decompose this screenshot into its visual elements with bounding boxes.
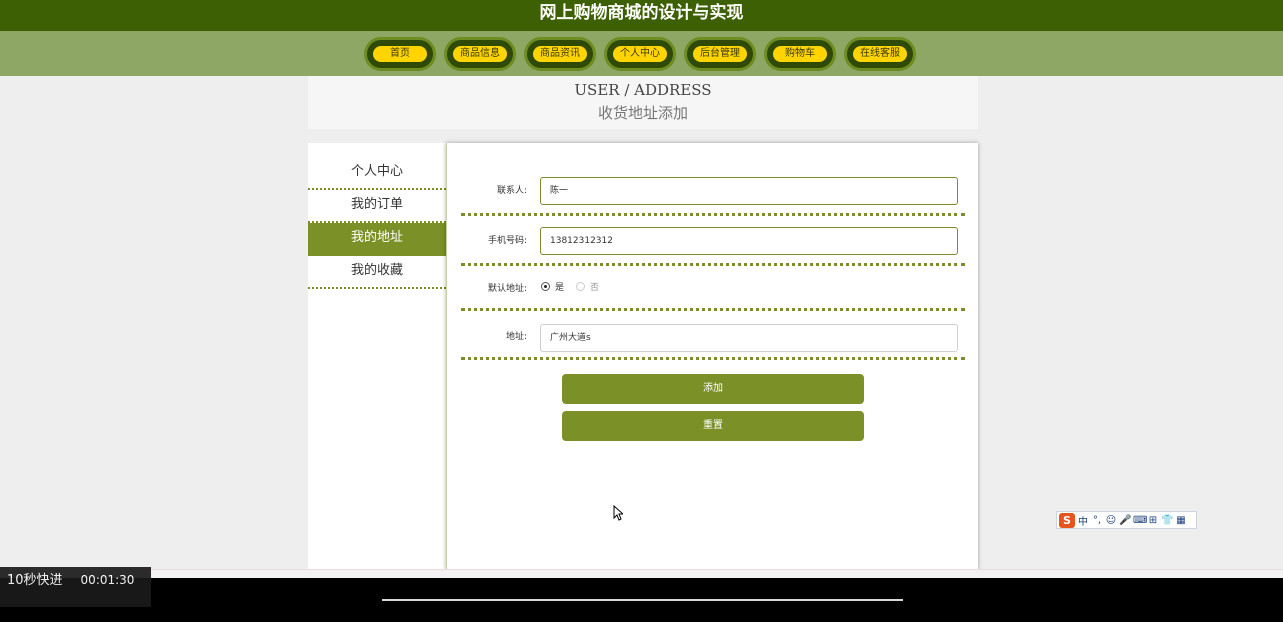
- default-yes-radio[interactable]: 是: [541, 280, 564, 293]
- ime-chinese-mode-icon[interactable]: 中: [1077, 513, 1089, 528]
- page-title: 收货地址添加: [597, 104, 688, 122]
- form-row-phone: 手机号码: 13812312312: [461, 216, 965, 266]
- nav-support[interactable]: 在线客服: [844, 37, 916, 71]
- ime-toolbar[interactable]: S 中 °, ☺ 🎤 ⌨ ⊞ 👕 ▦: [1056, 511, 1197, 529]
- form-row-default: 默认地址: 是 否: [461, 266, 965, 311]
- address-label: 地址:: [505, 332, 527, 342]
- address-form: 联系人: 陈一 手机号码: 13812312312 默认地址: 是 否 地址: …: [446, 143, 978, 570]
- contact-input[interactable]: 陈一: [540, 177, 958, 205]
- nav-personal-center[interactable]: 个人中心: [604, 37, 676, 71]
- nav-support-label: 在线客服: [853, 46, 907, 62]
- default-no-radio[interactable]: 否: [576, 280, 599, 293]
- contact-label: 联系人:: [496, 186, 527, 196]
- main-nav: 首页 商品信息 商品资讯 个人中心 后台管理 购物车 在线客服: [0, 31, 1283, 76]
- player-status: 10秒快进 00:01:30: [7, 569, 134, 588]
- progress-bar[interactable]: [382, 599, 903, 601]
- sidebar: 个人中心 我的订单 我的地址 我的收藏: [308, 143, 446, 570]
- nav-cart[interactable]: 购物车: [764, 37, 836, 71]
- form-row-address: 地址: 广州大道s: [461, 311, 965, 360]
- phone-label: 手机号码:: [487, 236, 527, 246]
- sidebar-item-address[interactable]: 我的地址: [308, 223, 446, 256]
- nav-admin[interactable]: 后台管理: [684, 37, 756, 71]
- player-time: 00:01:30: [80, 573, 135, 587]
- sidebar-item-personal-center[interactable]: 个人中心: [308, 157, 446, 190]
- form-row-contact: 联系人: 陈一: [461, 167, 965, 216]
- page-title-en: USER / ADDRESS: [574, 81, 712, 99]
- ime-keyboard-icon[interactable]: ⌨: [1133, 515, 1147, 526]
- ime-skin-icon[interactable]: 👕: [1161, 515, 1173, 526]
- sidebar-item-orders[interactable]: 我的订单: [308, 190, 446, 223]
- default-no-label: 否: [590, 283, 600, 293]
- player-overlay: 10秒快进 00:01:30: [0, 567, 151, 607]
- skip-forward-button[interactable]: 10秒快进: [7, 573, 63, 588]
- nav-news-label: 商品资讯: [533, 46, 587, 62]
- ime-voice-icon[interactable]: 🎤: [1119, 515, 1131, 526]
- reset-button[interactable]: 重置: [562, 411, 864, 441]
- nav-products-label: 商品信息: [453, 46, 507, 62]
- ime-emoji-icon[interactable]: ☺: [1105, 515, 1117, 526]
- nav-cart-label: 购物车: [773, 46, 827, 62]
- ime-punctuation-icon[interactable]: °,: [1091, 515, 1103, 526]
- page-header: USER / ADDRESS 收货地址添加: [308, 76, 978, 129]
- radio-checked-icon: [541, 282, 550, 291]
- default-label: 默认地址:: [487, 284, 527, 294]
- nav-products[interactable]: 商品信息: [444, 37, 516, 71]
- nav-home[interactable]: 首页: [364, 37, 436, 71]
- sidebar-item-favorites[interactable]: 我的收藏: [308, 256, 446, 289]
- default-yes-label: 是: [555, 283, 565, 293]
- mouse-cursor-icon: [613, 505, 623, 521]
- site-title: 网上购物商城的设计与实现: [0, 0, 1283, 31]
- nav-admin-label: 后台管理: [693, 46, 747, 62]
- video-player-bar: 10秒快进 00:01:30: [0, 567, 1283, 622]
- nav-news[interactable]: 商品资讯: [524, 37, 596, 71]
- ime-menu-icon[interactable]: ▦: [1175, 515, 1187, 526]
- nav-personal-center-label: 个人中心: [613, 46, 667, 62]
- sogou-logo-icon: S: [1059, 512, 1075, 528]
- address-input[interactable]: 广州大道s: [540, 324, 958, 352]
- ime-toolbox-icon[interactable]: ⊞: [1147, 515, 1159, 526]
- nav-home-label: 首页: [373, 46, 427, 62]
- radio-unchecked-icon: [576, 282, 585, 291]
- add-button[interactable]: 添加: [562, 374, 864, 404]
- phone-input[interactable]: 13812312312: [540, 227, 958, 255]
